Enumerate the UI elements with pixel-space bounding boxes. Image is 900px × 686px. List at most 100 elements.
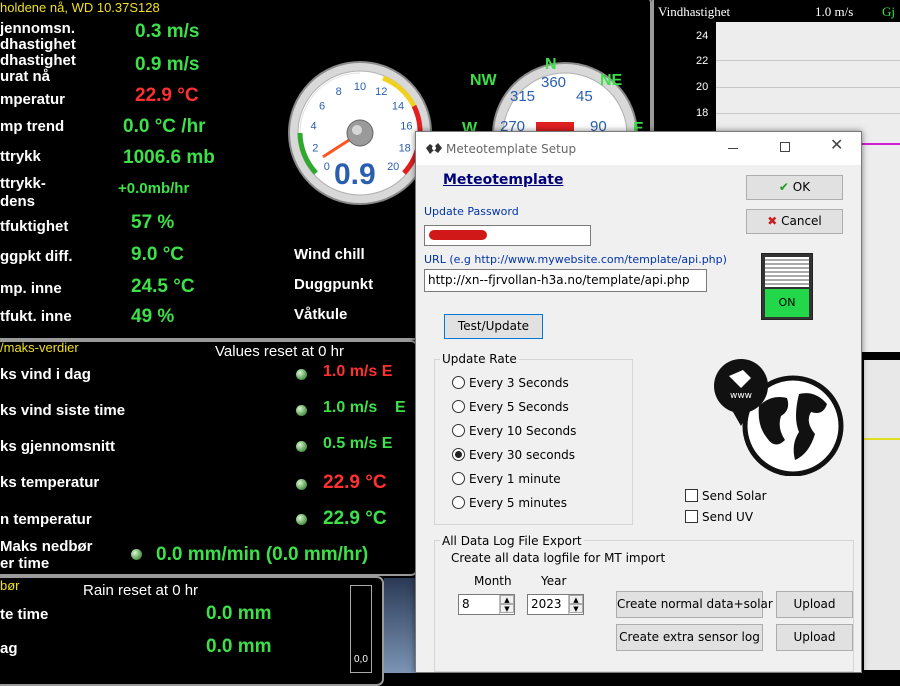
cancel-button[interactable]: ✖ Cancel (746, 209, 843, 234)
maxmin-reset: Values reset at 0 hr (215, 343, 344, 360)
send-uv-label[interactable]: Send UV (702, 510, 753, 524)
rate-radio[interactable] (452, 472, 465, 485)
rate-label[interactable]: Every 5 minutes (469, 496, 567, 510)
close-icon[interactable]: ✕ (830, 137, 844, 153)
wind-speed-readout: 0.9 (334, 158, 376, 191)
rate-label[interactable]: Every 1 minute (469, 472, 561, 486)
dialog-titlebar[interactable]: Meteotemplate Setup ✕ (416, 132, 861, 165)
create-normal-button[interactable]: Create normal data+solar (616, 591, 773, 618)
row-label: ttrykk- (0, 175, 46, 192)
rate-radio[interactable] (452, 424, 465, 437)
row-value: 0.9 m/s (135, 54, 200, 75)
rate-label[interactable]: Every 10 Seconds (469, 424, 576, 438)
month-value: 8 (462, 597, 470, 611)
spin-down-icon[interactable]: ▼ (569, 604, 583, 613)
row-label: ggpkt diff. (0, 248, 73, 265)
spin-up-icon[interactable]: ▲ (569, 595, 583, 604)
chart-tick: 22 (696, 55, 709, 67)
chart-title: Vindhastighet (658, 4, 731, 19)
chart-tick: 20 (696, 81, 709, 93)
password-field[interactable] (424, 225, 591, 246)
compass-nw: NW (470, 72, 497, 89)
status-led (296, 405, 307, 416)
upload-normal-button[interactable]: Upload (776, 591, 853, 618)
maxmin-label: n temperatur (0, 511, 92, 528)
dialog-heading: Meteotemplate (443, 172, 564, 188)
speed-tick-label: 8 (336, 86, 342, 98)
rain-reset: Rain reset at 0 hr (83, 582, 199, 599)
month-spin-buttons[interactable]: ▲ ▼ (499, 595, 514, 614)
rate-radio[interactable] (452, 496, 465, 509)
rate-radio[interactable] (452, 376, 465, 389)
globe-icon: www (711, 354, 846, 477)
maximize-icon[interactable] (780, 142, 790, 152)
rate-radio[interactable] (452, 400, 465, 413)
test-update-button[interactable]: Test/Update (444, 314, 543, 339)
update-rate-label: Update Rate (440, 352, 519, 366)
maxmin-value: 22.9 °C (323, 472, 387, 493)
cancel-label: Cancel (781, 214, 822, 228)
rate-label[interactable]: Every 30 seconds (469, 448, 575, 462)
compass-ne: NE (600, 72, 623, 89)
row-label: mperatur (0, 91, 66, 108)
maxmin-label: er time (0, 555, 50, 572)
temperature-value: 22.9 °C (135, 85, 199, 106)
maxmin-value: 22.9 °C (323, 508, 387, 529)
status-led (296, 441, 307, 452)
rate-label[interactable]: Every 5 Seconds (469, 400, 569, 414)
chart-lower-plot (864, 360, 900, 670)
row-label: dhastighet (0, 36, 76, 53)
month-spinner[interactable]: 8 ▲ ▼ (458, 594, 515, 615)
maxmin-value: 0.5 m/s E (323, 435, 393, 452)
maxmin-value: 0.0 mm/min (0.0 mm/hr) (156, 544, 369, 565)
switch-on-label: ON (765, 289, 809, 317)
url-label: URL (e.g http://www.mywebsite.com/templa… (424, 253, 727, 266)
row-label: ttrykk (0, 148, 41, 165)
rate-label[interactable]: Every 3 Seconds (469, 376, 569, 390)
year-spin-buttons[interactable]: ▲ ▼ (568, 595, 583, 614)
dark-strip (384, 578, 416, 673)
dir-tick: 360 (541, 74, 567, 91)
speed-tick-label: 12 (375, 86, 387, 98)
rain-header: bør (0, 578, 20, 593)
on-switch[interactable]: ON (761, 253, 813, 320)
speed-tick-label: 16 (400, 121, 412, 133)
chart-tick: 18 (696, 107, 709, 119)
rate-radio-selected[interactable] (452, 448, 465, 461)
upload-extra-button[interactable]: Upload (776, 624, 853, 651)
meteotemplate-dialog: Meteotemplate Setup ✕ Meteotemplate ✔ OK… (415, 131, 862, 673)
minimize-icon[interactable] (728, 148, 738, 149)
row-label: jennomsn. (0, 20, 76, 37)
ok-button[interactable]: ✔ OK (746, 175, 843, 200)
maxmin-label: ks temperatur (0, 474, 100, 491)
chart-legend: Gj (882, 4, 895, 19)
chart-grid (716, 113, 900, 114)
maxmin-value: 1.0 m/s E (323, 363, 393, 380)
send-solar-checkbox[interactable] (685, 489, 698, 502)
compass-n: N (545, 56, 557, 73)
year-value: 2023 (531, 597, 562, 611)
speed-tick-label: 20 (387, 161, 399, 173)
spin-down-icon[interactable]: ▼ (500, 604, 514, 613)
speed-tick-label: 2 (312, 143, 318, 155)
year-spinner[interactable]: 2023 ▲ ▼ (527, 594, 584, 615)
create-extra-button[interactable]: Create extra sensor log (616, 624, 763, 651)
row-value: 49 % (131, 306, 175, 327)
send-uv-checkbox[interactable] (685, 510, 698, 523)
row-value: 9.0 °C (131, 244, 185, 265)
status-led (296, 479, 307, 490)
row-label: urat nå (0, 68, 51, 85)
maxmin-label: ks gjennomsnitt (0, 438, 116, 455)
dir-tick: 315 (510, 88, 536, 105)
row-value: 57 % (131, 212, 175, 233)
app-icon (425, 142, 443, 155)
send-solar-label[interactable]: Send Solar (702, 489, 767, 503)
speed-tick-label: 10 (354, 81, 366, 93)
row-label: mp. inne (0, 280, 62, 297)
row-label: mp trend (0, 118, 65, 135)
spin-up-icon[interactable]: ▲ (500, 595, 514, 604)
maxmin-label: ks vind i dag (0, 366, 91, 383)
maxmin-header: /maks-verdier (0, 340, 79, 355)
url-field[interactable]: http://xn--fjrvollan-h3a.no/template/api… (424, 269, 707, 292)
month-label: Month (474, 574, 512, 588)
